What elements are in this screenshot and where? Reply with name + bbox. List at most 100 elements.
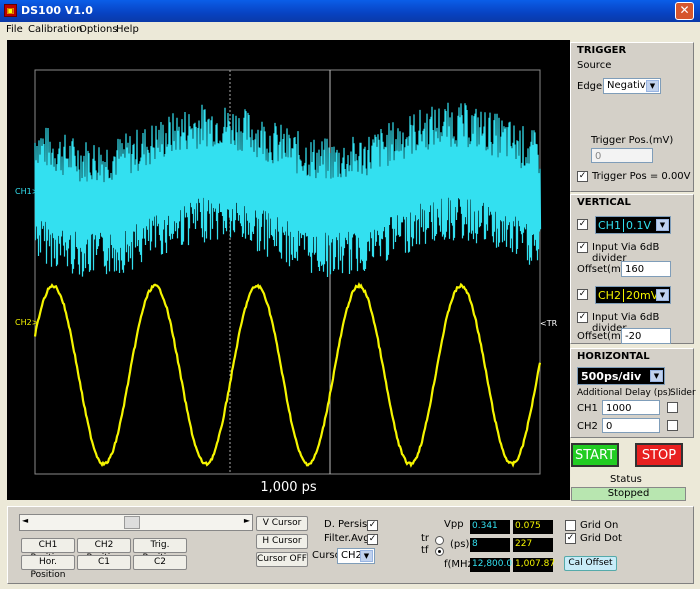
cursor-select[interactable]: CH2 ▼ xyxy=(337,548,375,564)
hor-position-button[interactable]: Hor. Position xyxy=(21,555,75,580)
ch2-label: CH2 xyxy=(598,289,624,302)
grid-dot-label: Grid Dot xyxy=(580,533,622,544)
edge-select[interactable]: Negative ▼ xyxy=(603,78,661,94)
t-ch1-readout: 8 xyxy=(470,538,510,552)
tf-radio-dot xyxy=(438,550,441,553)
tr-label: tr xyxy=(421,533,430,544)
start-button[interactable]: START xyxy=(571,443,619,467)
window-title: DS100 V1.0 xyxy=(21,4,93,17)
cursor-off-button[interactable]: Cursor OFF xyxy=(256,552,308,567)
menu-calibration[interactable]: Calibration xyxy=(28,24,82,35)
chevron-down-icon: ▼ xyxy=(656,289,669,301)
timebase-select[interactable]: 500ps/div ▼ xyxy=(577,367,665,385)
ch1-divider-checkbox[interactable]: ✓ xyxy=(577,242,588,253)
grid-dot-checkbox[interactable]: ✓ xyxy=(565,533,576,544)
trigger-zero-label: Trigger Pos = 0.00V xyxy=(592,171,691,182)
status-label: Status xyxy=(610,474,642,485)
scope-plot xyxy=(33,69,542,475)
filter-avg-checkbox[interactable]: ✓ xyxy=(367,534,378,545)
horizontal-heading: HORIZONTAL xyxy=(577,351,650,362)
ch1-scale: 0.1V xyxy=(626,219,652,232)
ch2-enable-checkbox[interactable]: ✓ xyxy=(577,289,588,300)
bottom-panel: ◄ ► CH1 Position CH2 Position Trig. Posi… xyxy=(7,506,694,584)
ps-label: (ps) xyxy=(450,539,470,550)
ch2-trace xyxy=(33,282,542,468)
app-icon[interactable]: ▣ xyxy=(4,4,17,17)
filter-avg-label: Filter.Avg xyxy=(324,533,370,544)
tf-label: tf xyxy=(421,545,429,556)
stop-button[interactable]: STOP xyxy=(635,443,683,467)
c1-button[interactable]: C1 xyxy=(77,555,131,570)
chevron-down-icon: ▼ xyxy=(656,219,669,231)
vertical-heading: VERTICAL xyxy=(577,197,631,208)
timebase-label: 1,000 ps xyxy=(260,480,317,495)
ch1-delay-input[interactable]: 1000 xyxy=(602,400,660,415)
scroll-thumb[interactable] xyxy=(124,516,140,529)
chevron-down-icon: ▼ xyxy=(650,370,663,382)
f-ch1-readout: 12,800.0 xyxy=(470,558,512,572)
status-value: Stopped xyxy=(571,487,686,501)
delay-label: Additional Delay (ps) xyxy=(577,388,672,398)
v-cursor-button[interactable]: V Cursor xyxy=(256,516,308,531)
trigger-pos-input[interactable]: 0 xyxy=(591,148,653,163)
d-persist-checkbox[interactable]: ✓ xyxy=(367,520,378,531)
ch1-scale-select[interactable]: CH1 0.1V ▼ xyxy=(595,216,671,234)
vertical-section: VERTICAL ✓ CH1 0.1V ▼ ✓ Input Via 6dB di… xyxy=(570,194,694,344)
trigger-section: TRIGGER Source Edge Negative ▼ Trigger P… xyxy=(570,42,694,192)
ch1-delay-label: CH1 xyxy=(577,403,598,414)
trigger-marker: <TR xyxy=(540,319,558,328)
ch2-slider-checkbox[interactable] xyxy=(667,420,678,431)
ch1-offset-input[interactable]: 160 xyxy=(621,261,671,277)
edge-label: Edge xyxy=(577,81,603,92)
ch1-trace xyxy=(34,102,542,278)
right-panel: TRIGGER Source Edge Negative ▼ Trigger P… xyxy=(570,40,696,501)
ch2-position-button[interactable]: CH2 Position xyxy=(77,538,131,563)
scroll-right-icon[interactable]: ► xyxy=(244,516,250,525)
timebase-value: 500ps/div xyxy=(581,370,642,383)
chevron-down-icon: ▼ xyxy=(360,550,373,562)
d-persist-label: D. Persist xyxy=(324,519,372,530)
close-button[interactable]: ✕ xyxy=(675,2,694,20)
ch2-delay-label: CH2 xyxy=(577,421,598,432)
menu-help[interactable]: Help xyxy=(116,24,139,35)
vpp-label: Vpp xyxy=(444,519,464,530)
scroll-left-icon[interactable]: ◄ xyxy=(22,516,28,525)
tf-radio[interactable] xyxy=(435,547,444,556)
ch1-slider-checkbox[interactable] xyxy=(667,402,678,413)
ch2-offset-input[interactable]: -20 xyxy=(621,328,671,344)
menu-options[interactable]: Options xyxy=(79,24,118,35)
vpp-ch2-readout: 0.075 xyxy=(513,520,553,534)
ch1-position-button[interactable]: CH1 Position xyxy=(21,538,75,563)
chevron-down-icon: ▼ xyxy=(646,80,659,92)
cal-offset-button[interactable]: Cal Offset xyxy=(564,556,617,571)
f-ch2-readout: 1,007.87 xyxy=(513,558,555,572)
ch1-enable-checkbox[interactable]: ✓ xyxy=(577,219,588,230)
c2-button[interactable]: C2 xyxy=(133,555,187,570)
trigger-pos-label: Trigger Pos.(mV) xyxy=(591,135,674,146)
grid-on-checkbox[interactable] xyxy=(565,520,576,531)
ch1-marker: CH1> xyxy=(15,187,39,196)
trig-position-button[interactable]: Trig. Position xyxy=(133,538,187,563)
ch2-scale-select[interactable]: CH2 20mV ▼ xyxy=(595,286,671,304)
horizontal-section: HORIZONTAL 500ps/div ▼ Additional Delay … xyxy=(570,348,696,438)
scope-display: CH1> CH2> <TR 1,000 ps xyxy=(7,40,570,500)
ch2-marker: CH2> xyxy=(15,318,39,327)
ch2-scale: 20mV xyxy=(626,289,659,302)
slider-label: Slider xyxy=(670,388,696,398)
trigger-heading: TRIGGER xyxy=(577,45,627,56)
t-ch2-readout: 227 xyxy=(513,538,553,552)
cursor-value: CH2 xyxy=(341,550,362,561)
menu-file[interactable]: File xyxy=(6,24,23,35)
vpp-ch1-readout: 0.341 xyxy=(470,520,510,534)
ch2-delay-input[interactable]: 0 xyxy=(602,418,660,433)
title-bar: ▣ DS100 V1.0 ✕ xyxy=(0,0,700,22)
tr-radio[interactable] xyxy=(435,536,444,545)
menu-bar: File Calibration Options Help xyxy=(0,22,700,38)
h-cursor-button[interactable]: H Cursor xyxy=(256,534,308,549)
trigger-zero-checkbox[interactable]: ✓ xyxy=(577,171,588,182)
ch1-label: CH1 xyxy=(598,219,624,232)
ch2-divider-checkbox[interactable]: ✓ xyxy=(577,312,588,323)
position-scrollbar[interactable]: ◄ ► xyxy=(19,514,253,531)
source-label: Source xyxy=(577,60,612,71)
grid-on-label: Grid On xyxy=(580,520,619,531)
